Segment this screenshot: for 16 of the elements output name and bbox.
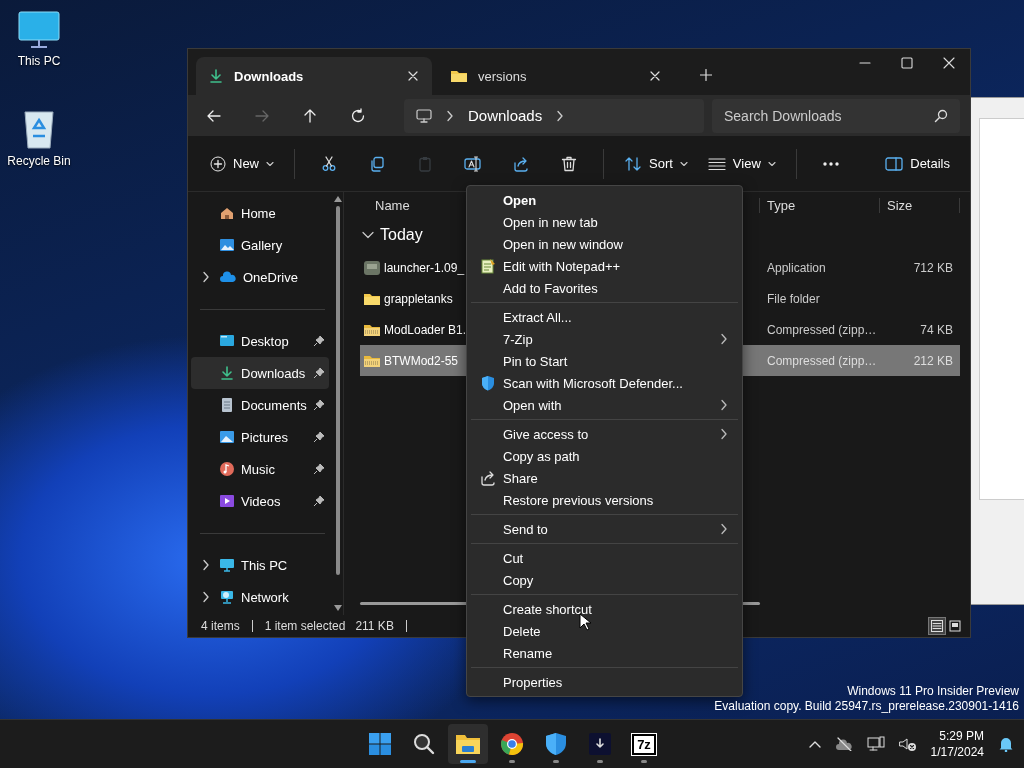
item-count: 4 items — [201, 619, 240, 633]
file-type: Compressed (zipp… — [766, 322, 878, 337]
file-name: BTWMod2-55 — [384, 353, 459, 368]
file-name: ModLoader B1. — [384, 322, 467, 337]
evaluation-notice: Windows 11 Pro Insider Preview — [846, 684, 1019, 699]
file-type: File folder — [766, 291, 821, 306]
selection-info: 1 item selected — [264, 619, 346, 633]
evaluation-notice: Evaluation copy. Build 25947.rs_prerelease.230901-1416 — [714, 699, 1019, 714]
file-size: 74 KB — [919, 322, 954, 337]
file-type: Application — [766, 260, 827, 275]
file-name: launcher-1.09_ — [384, 260, 465, 275]
selection-size: 211 KB — [355, 619, 394, 633]
file-name: grappletanks — [384, 291, 453, 306]
file-size: 212 KB — [912, 353, 954, 368]
file-size: 712 KB — [912, 260, 954, 275]
file-type: Compressed (zipp… — [766, 353, 878, 368]
